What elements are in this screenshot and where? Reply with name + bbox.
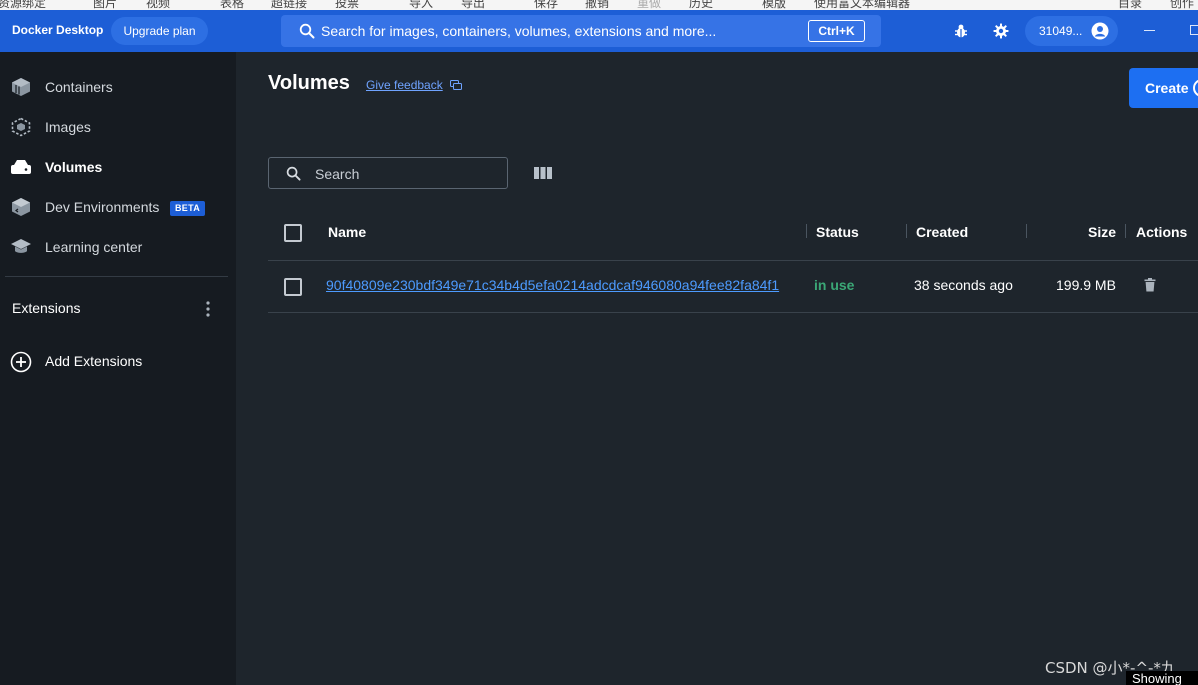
bg-toolbar-item: 保存 xyxy=(534,0,559,10)
trash-icon[interactable] xyxy=(1144,278,1156,292)
sidebar-item-learning-center[interactable]: Learning center xyxy=(0,229,236,265)
add-extensions-button[interactable]: Add Extensions xyxy=(0,342,236,378)
volume-size: 199.9 MB xyxy=(1056,277,1116,293)
containers-icon xyxy=(12,78,30,96)
bg-toolbar-item: 导出 xyxy=(461,0,486,10)
bg-toolbar-item: 资源绑定 xyxy=(0,0,47,10)
column-header-actions: Actions xyxy=(1136,224,1188,240)
search-icon xyxy=(299,23,315,39)
column-header-status[interactable]: Status xyxy=(816,224,859,240)
volumes-table-header: Name Status Created Size Actions xyxy=(268,206,1198,261)
sidebar: Containers Images Volumes Dev Environmen… xyxy=(0,52,236,685)
upgrade-plan-label: Upgrade plan xyxy=(123,24,196,38)
select-all-checkbox[interactable] xyxy=(284,224,302,242)
bg-toolbar-item: 表格 xyxy=(220,0,245,10)
bg-toolbar-item: 超链接 xyxy=(271,0,308,10)
bg-toolbar-item: 重做 xyxy=(637,0,662,10)
sidebar-item-label: Images xyxy=(45,119,91,135)
app-title: Docker Desktop xyxy=(12,23,104,37)
images-icon xyxy=(11,117,31,137)
column-separator xyxy=(1125,224,1126,238)
bug-icon[interactable] xyxy=(953,23,969,39)
column-separator xyxy=(1026,224,1027,238)
account-button[interactable]: 31049... xyxy=(1025,16,1118,46)
table-row: 90f40809e230bdf349e71c34b4d5efa0214adcdc… xyxy=(268,261,1198,313)
learning-icon xyxy=(11,239,31,253)
columns-toggle-icon[interactable] xyxy=(533,164,553,182)
search-shortcut-badge: Ctrl+K xyxy=(808,20,865,42)
volume-name-link[interactable]: 90f40809e230bdf349e71c34b4d5efa0214adcdc… xyxy=(326,277,806,293)
bg-toolbar-item: 导入 xyxy=(409,0,434,10)
volume-created: 38 seconds ago xyxy=(914,277,1013,293)
sidebar-item-label: Containers xyxy=(45,79,113,95)
row-checkbox[interactable] xyxy=(284,278,302,296)
sidebar-item-label: Learning center xyxy=(45,239,143,255)
create-button-label: Create xyxy=(1145,80,1189,96)
sidebar-item-label: Volumes xyxy=(45,159,103,175)
bg-toolbar-item: 目录 xyxy=(1118,0,1143,10)
page-title: Volumes xyxy=(268,72,350,94)
volume-search-box xyxy=(268,157,508,189)
docker-desktop-window: 资源绑定 图片 视频 表格 超链接 投票 导入 导出 保存 撤销 重做 历史 模… xyxy=(0,0,1198,685)
sidebar-item-volumes[interactable]: Volumes xyxy=(0,149,236,185)
sidebar-item-label: Dev Environments xyxy=(45,199,160,215)
volume-status: in use xyxy=(814,277,855,293)
column-header-created[interactable]: Created xyxy=(916,224,968,240)
extensions-heading: Extensions xyxy=(12,300,81,316)
sidebar-item-containers[interactable]: Containers xyxy=(0,69,236,105)
add-extensions-label: Add Extensions xyxy=(45,353,143,369)
bg-toolbar-item: 历史 xyxy=(689,0,714,10)
dev-env-icon xyxy=(12,198,30,216)
sidebar-divider xyxy=(5,276,228,277)
upgrade-plan-button[interactable]: Upgrade plan xyxy=(111,17,208,45)
plus-circle-icon xyxy=(10,351,32,373)
beta-badge: BETA xyxy=(170,201,206,216)
bg-toolbar-item: 图片 xyxy=(93,0,118,10)
global-search-bar[interactable]: Search for images, containers, volumes, … xyxy=(281,15,881,47)
user-circle-icon xyxy=(1091,22,1109,40)
minimize-icon[interactable] xyxy=(1144,30,1155,31)
add-icon xyxy=(1193,79,1198,97)
column-separator xyxy=(906,224,907,238)
showing-count: Showing 1 xyxy=(1126,671,1198,685)
volume-search-input[interactable] xyxy=(315,164,495,184)
column-header-name[interactable]: Name xyxy=(328,224,366,240)
column-separator xyxy=(806,224,807,238)
gear-icon[interactable] xyxy=(993,23,1009,39)
sidebar-item-images[interactable]: Images xyxy=(0,109,236,145)
top-header: Docker Desktop Upgrade plan Search for i… xyxy=(0,10,1198,52)
maximize-icon[interactable] xyxy=(1190,25,1198,35)
sidebar-item-dev-environments[interactable]: Dev Environments BETA xyxy=(0,189,236,225)
bg-toolbar-item: 使用富文本编辑器 xyxy=(814,0,911,10)
bg-toolbar-item: 撤销 xyxy=(585,0,610,10)
search-icon xyxy=(286,166,301,181)
kebab-menu-icon[interactable] xyxy=(200,300,216,318)
bg-toolbar-item: 模版 xyxy=(762,0,787,10)
give-feedback-link[interactable]: Give feedback xyxy=(366,78,443,92)
volumes-icon xyxy=(11,160,31,174)
create-button[interactable]: Create xyxy=(1129,68,1198,108)
bg-toolbar-item: 投票 xyxy=(335,0,360,10)
bg-toolbar-item: 创作 xyxy=(1170,0,1195,10)
global-search-placeholder: Search for images, containers, volumes, … xyxy=(321,23,717,39)
feedback-icon[interactable] xyxy=(450,80,462,91)
bg-toolbar-item: 视频 xyxy=(146,0,171,10)
column-header-size[interactable]: Size xyxy=(1088,224,1116,240)
account-name: 31049... xyxy=(1039,24,1083,38)
background-app-toolbar: 资源绑定 图片 视频 表格 超链接 投票 导入 导出 保存 撤销 重做 历史 模… xyxy=(0,0,1198,10)
